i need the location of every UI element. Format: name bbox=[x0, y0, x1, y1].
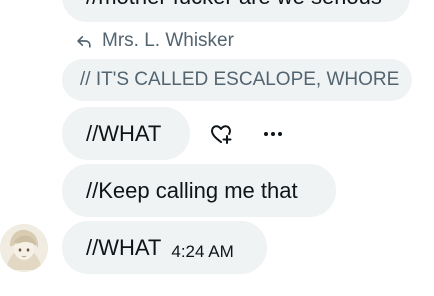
more-button[interactable] bbox=[258, 120, 288, 148]
message-text: //mother fucker are we serious bbox=[86, 0, 382, 9]
message-bubble-partial[interactable]: //mother fucker are we serious bbox=[62, 0, 410, 22]
react-button[interactable] bbox=[206, 120, 236, 148]
reply-arrow-icon bbox=[77, 36, 91, 48]
more-horizontal-icon bbox=[264, 132, 282, 136]
heart-plus-icon bbox=[211, 125, 232, 144]
message-actions bbox=[206, 120, 310, 148]
quoted-message[interactable]: // IT'S CALLED ESCALOPE, WHORE bbox=[62, 59, 412, 101]
quoted-message-text: // IT'S CALLED ESCALOPE, WHORE bbox=[80, 69, 400, 90]
user-avatar[interactable] bbox=[0, 224, 48, 272]
message-text: //Keep calling me that bbox=[86, 178, 298, 203]
reply-context-label: Mrs. L. Whisker bbox=[102, 30, 234, 51]
message-bubble[interactable]: //Keep calling me that bbox=[62, 164, 336, 217]
message-timestamp: 4:24 AM bbox=[171, 242, 234, 261]
message-bubble[interactable]: //WHAT bbox=[62, 107, 190, 160]
message-text: //WHAT bbox=[86, 235, 162, 260]
avatar-image bbox=[0, 224, 48, 272]
message-bubble[interactable]: //WHAT 4:24 AM bbox=[62, 221, 267, 274]
reply-context[interactable]: Mrs. L. Whisker bbox=[74, 30, 234, 52]
message-text: //WHAT bbox=[86, 121, 162, 146]
